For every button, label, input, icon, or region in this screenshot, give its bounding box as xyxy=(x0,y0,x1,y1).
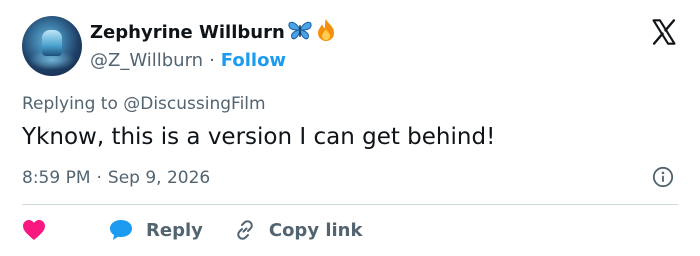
like-button[interactable] xyxy=(22,219,58,241)
copy-link-label: Copy link xyxy=(268,219,363,241)
display-name[interactable]: Zephyrine Willburn xyxy=(90,22,285,43)
handle-separator: · xyxy=(209,49,215,71)
reply-bubble-icon xyxy=(110,220,132,240)
timestamp-separator: · xyxy=(96,168,102,188)
reply-button[interactable]: Reply xyxy=(108,218,203,242)
butterfly-emoji-icon xyxy=(287,19,313,45)
follow-button[interactable]: Follow xyxy=(221,50,286,71)
avatar[interactable] xyxy=(22,16,82,76)
heart-icon xyxy=(23,220,45,240)
divider xyxy=(22,204,678,205)
handle-row: @Z_Willburn · Follow xyxy=(90,48,286,72)
timestamp-time: 8:59 PM xyxy=(22,168,91,188)
avatar-figure xyxy=(42,30,62,56)
x-logo-icon[interactable] xyxy=(650,18,678,46)
copy-link-button[interactable]: Copy link xyxy=(233,218,363,242)
action-bar: Reply Copy link xyxy=(22,216,392,244)
reply-label: Reply xyxy=(146,219,203,241)
timestamp-date: Sep 9, 2026 xyxy=(107,168,211,188)
info-icon[interactable] xyxy=(652,166,674,188)
tweet-text: Yknow, this is a version I can get behin… xyxy=(22,124,496,150)
handle[interactable]: @Z_Willburn xyxy=(90,50,203,71)
fire-emoji-icon xyxy=(315,18,337,46)
timestamp[interactable]: 8:59 PM · Sep 9, 2026 xyxy=(22,168,210,188)
link-icon xyxy=(237,220,253,240)
author-name-row[interactable]: Zephyrine Willburn xyxy=(90,18,337,46)
reply-context[interactable]: Replying to @DiscussingFilm xyxy=(22,94,266,114)
